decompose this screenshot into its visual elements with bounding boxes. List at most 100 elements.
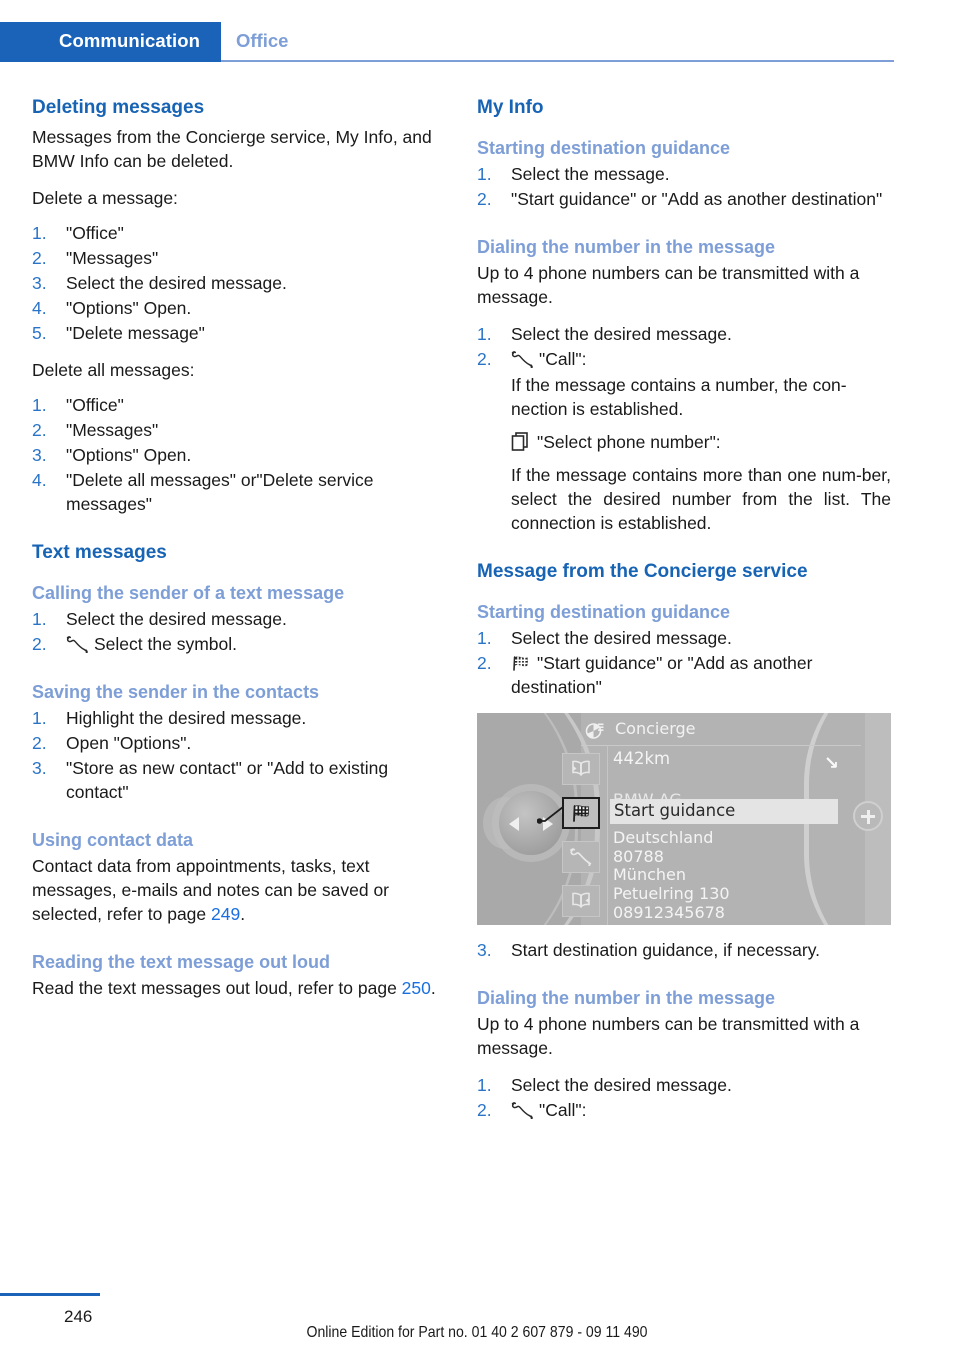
step-number: 1.: [477, 324, 492, 345]
idrive-title-bar: Concierge: [581, 719, 865, 745]
step-number: 3.: [477, 940, 492, 961]
list-item: 1. "Office": [32, 394, 446, 418]
edition-notice: Online Edition for Part no. 01 40 2 607 …: [306, 1324, 648, 1341]
saving-sender-steps: 1. Highlight the desired message. 2. Open …: [32, 707, 446, 805]
page-header: Communication Office: [0, 0, 954, 62]
step-text: "Call":: [539, 1100, 587, 1121]
list-item: 1. Highlight the desired message.: [32, 707, 446, 731]
step-text: Select the desired message.: [66, 273, 287, 294]
list-item: 2. "Start guidance" or "Add as another de…: [477, 188, 891, 212]
step-text: "Options" Open.: [66, 444, 192, 465]
my-info-dialing-step2-detail: If the message contains a number, the co…: [511, 375, 847, 420]
footer-divider: [0, 1293, 100, 1296]
phone-handset-icon: [66, 635, 88, 654]
list-item: 1. Select the desired message.: [477, 323, 891, 347]
idrive-address-line: Petuelring 130: [613, 884, 730, 904]
step-text: Open "Options".: [66, 733, 192, 754]
step-text: Select the desired message.: [511, 628, 732, 649]
delete-a-message-steps: 1. "Office" 2. "Messages" 3. Select the des…: [32, 222, 446, 346]
idrive-content: 442km ↘ BMW AG Start guidance Deutschlan…: [610, 749, 863, 923]
step-number: 3.: [32, 273, 47, 294]
header-divider: [221, 60, 894, 62]
my-info-dialing-intro: Up to 4 phone numbers can be transmitted…: [477, 263, 860, 308]
list-item: 2. Select the symbol.: [32, 633, 446, 657]
list-item: 2. Open "Options".: [32, 732, 446, 756]
step-text: "Office": [66, 223, 124, 244]
list-item: 2. "Start guidance" or "Add as another de…: [477, 652, 891, 700]
select-phone-number-detail: If the message contains more than one nu…: [511, 465, 891, 534]
my-info-dialing-steps: 1. Select the desired message. 2. "Call":…: [477, 323, 891, 536]
step-number: 4.: [32, 469, 47, 490]
step-number: 1.: [32, 609, 47, 630]
step-text: Select the desired message.: [511, 324, 732, 345]
step-number: 3.: [32, 758, 47, 779]
step-text: "Office": [66, 395, 124, 416]
step-text: Select the desired message.: [511, 1075, 732, 1096]
list-item: 4. "Options" Open.: [32, 297, 446, 321]
subsection-heading-concierge-dialing: Dialing the number in the message: [477, 988, 776, 1009]
page-reference-250[interactable]: 250: [402, 978, 431, 998]
phone-handset-icon[interactable]: [562, 841, 600, 874]
checkered-flag-icon: [511, 654, 531, 672]
list-item: 2. "Call": If the message contains a num…: [477, 348, 891, 536]
step-number: 3.: [32, 444, 47, 465]
page-reference-249[interactable]: 249: [211, 904, 240, 924]
step-text: "Messages": [66, 248, 159, 269]
concierge-dialing-intro: Up to 4 phone numbers can be transmitted…: [477, 1014, 860, 1059]
using-contact-data-text: Contact data from appointments, tasks, t…: [32, 855, 446, 927]
idrive-title-divider: [581, 745, 861, 747]
deleting-messages-intro: Messages from the Concierge service, My …: [32, 127, 432, 172]
step-text: "Start guidance" or "Add as another dest…: [511, 653, 813, 698]
step-number: 5.: [32, 323, 47, 344]
idrive-address-line: München: [613, 865, 687, 885]
phone-handset-icon: [511, 350, 533, 369]
idrive-popup-start-guidance[interactable]: Start guidance: [610, 799, 838, 824]
select-phone-number-label: "Select phone number":: [537, 432, 721, 453]
list-item: 2. "Messages": [32, 419, 446, 443]
list-item: 3. Start destination guidance, if necessa…: [477, 939, 891, 963]
step-text: Select the symbol.: [94, 634, 237, 655]
step-number: 2.: [32, 248, 47, 269]
idrive-address-block: Deutschland 80788 München Petuelring 130…: [613, 828, 863, 923]
step-text: "Options" Open.: [66, 298, 192, 319]
step-number: 4.: [32, 298, 47, 319]
step-number: 2.: [477, 653, 492, 674]
subsection-heading-my-info-starting-guidance: Starting destination guidance: [477, 138, 731, 159]
list-item: 4. "Delete all messages" or"Delete servic…: [32, 469, 446, 517]
concierge-starting-guidance-step3: 3. Start destination guidance, if necessa…: [477, 939, 891, 963]
subsection-heading-concierge-starting-guidance: Starting destination guidance: [477, 602, 731, 623]
book-forward-icon[interactable]: [562, 885, 600, 918]
subsection-heading-calling-sender: Calling the sender of a text message: [32, 583, 345, 604]
section-heading-text-messages: Text messages: [32, 541, 167, 563]
checkered-flag-icon[interactable]: [562, 797, 600, 830]
book-back-icon[interactable]: [562, 753, 600, 786]
concierge-starting-guidance-steps: 1. Select the desired message. 2. "Start g…: [477, 627, 891, 700]
my-info-starting-guidance-steps: 1. Select the message. 2. "Start guidance"…: [477, 163, 891, 212]
list-item: 1. Select the desired message.: [477, 627, 891, 651]
subsection-heading-saving-sender: Saving the sender in the contacts: [32, 682, 320, 703]
tab-office-label[interactable]: Office: [236, 30, 288, 52]
phone-handset-icon: [511, 1101, 533, 1120]
step-number: 2.: [32, 634, 47, 655]
right-column: My Info Starting destination guidance 1.…: [477, 96, 891, 1136]
step-text: "Delete all messages" or"Delete service …: [66, 469, 374, 514]
delete-all-messages-steps: 1. "Office" 2. "Messages" 3. "Options" Open…: [32, 394, 446, 517]
idrive-sidebar-divider: [607, 745, 608, 926]
step-number: 1.: [477, 164, 492, 185]
arrow-southeast-icon: ↘: [823, 753, 839, 775]
section-heading-my-info: My Info: [477, 97, 544, 118]
step-text: "Messages": [66, 420, 159, 440]
list-item: 2. "Messages": [32, 247, 446, 271]
list-pages-icon: [511, 432, 531, 451]
idrive-title-text: Concierge: [615, 719, 696, 739]
step-number: 1.: [477, 628, 492, 649]
delete-all-messages-label: Delete all messages:: [32, 360, 195, 381]
step-number: 2.: [477, 1100, 492, 1121]
list-item: 1. "Office": [32, 222, 446, 246]
reading-out-loud-text: Read the text messages out loud, refer t…: [32, 977, 446, 1001]
